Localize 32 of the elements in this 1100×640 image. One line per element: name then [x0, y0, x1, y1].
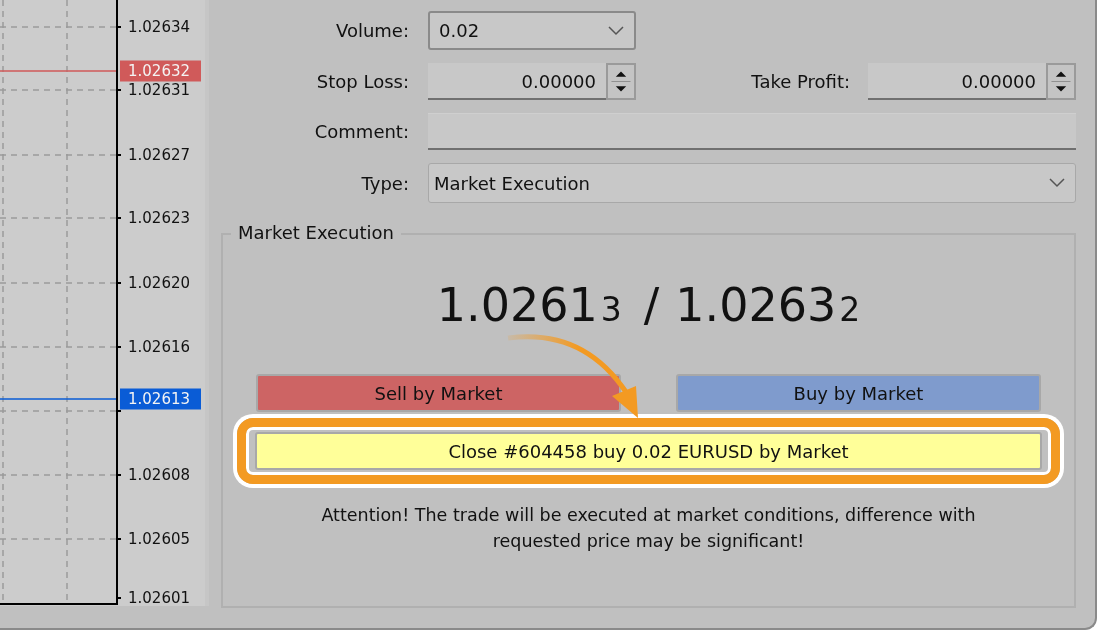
axis-label: 1.02616: [128, 338, 191, 356]
bid-price: 1.0261 3: [436, 277, 622, 334]
axis-label: 1.02631: [128, 81, 191, 99]
field-label: Take Profit:: [751, 71, 850, 92]
warning-text: Attention! The trade will be executed at market conditions, difference with requested price may be significant!: [320, 504, 977, 553]
axis-label: 1.02608: [128, 466, 191, 484]
ask-price: 1.0263 2: [675, 277, 861, 334]
field-label: Type:: [360, 172, 409, 194]
buy-button[interactable]: Buy by Market: [676, 374, 1041, 412]
field-label: Stop Loss:: [315, 71, 409, 92]
spinner-icon[interactable]: [1046, 63, 1076, 100]
axis-label: 1.02627: [128, 146, 191, 164]
field-label: Volume:: [335, 20, 409, 41]
volume-dropdown[interactable]: 0.02: [428, 11, 636, 50]
type-dropdown[interactable]: Market Execution: [428, 163, 1076, 203]
axis-label: 1.02620: [128, 274, 191, 292]
chevron-down-icon: [608, 25, 624, 36]
axis-label: 1.02634: [128, 18, 191, 36]
sell-button[interactable]: Sell by Market: [256, 374, 621, 412]
axis-label: 1.02601: [128, 589, 191, 607]
chevron-down-icon: [1049, 178, 1065, 188]
axis-label: 1.02605: [128, 530, 191, 548]
axis-label: 1.02623: [128, 209, 191, 227]
price-marker: 1.02632: [120, 60, 201, 82]
spinner-icon[interactable]: [606, 63, 636, 100]
price-separator: /: [643, 277, 660, 334]
close-button[interactable]: Close #604458 buy 0.02 EURUSD by Market: [255, 432, 1042, 470]
field-label: Comment:: [313, 121, 409, 142]
comment-field[interactable]: [428, 113, 1076, 150]
stop-loss-field[interactable]: 0.00000: [428, 63, 606, 100]
price-marker: 1.02613: [120, 388, 201, 410]
take-profit-field[interactable]: 0.00000: [868, 63, 1046, 100]
